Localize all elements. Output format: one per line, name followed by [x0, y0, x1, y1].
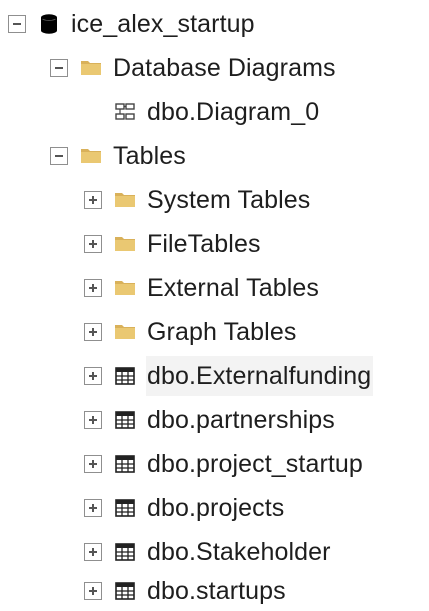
tree-node-label: Database Diagrams	[113, 54, 336, 82]
tree-node-label: dbo.startups	[147, 577, 286, 605]
expand-toggle[interactable]	[84, 411, 102, 429]
table-icon	[115, 411, 135, 429]
folder-icon	[115, 193, 135, 207]
database-icon	[41, 14, 57, 34]
expand-toggle[interactable]	[84, 582, 102, 600]
tree-node-label: dbo.project_startup	[147, 450, 363, 478]
tree-node-ice-alex-startup[interactable]: ice_alex_startup	[8, 4, 257, 44]
tree-node-diagram-0[interactable]: dbo.Diagram_0	[84, 92, 321, 132]
table-icon	[115, 582, 135, 600]
tree-node-label: Graph Tables	[147, 318, 297, 346]
expand-toggle[interactable]	[84, 323, 102, 341]
expand-toggle[interactable]	[84, 191, 102, 209]
expand-toggle[interactable]	[84, 543, 102, 561]
tree-node-dbo-project-startup[interactable]: dbo.project_startup	[84, 444, 365, 484]
table-icon	[115, 543, 135, 561]
tree-node-dbo-externalfunding[interactable]: dbo.Externalfunding	[84, 356, 374, 396]
tree-node-label: External Tables	[147, 274, 319, 302]
collapse-toggle[interactable]	[50, 59, 68, 77]
folder-icon	[115, 281, 135, 295]
folder-icon	[115, 325, 135, 339]
tree-node-label: dbo.partnerships	[147, 406, 335, 434]
folder-icon	[81, 149, 101, 163]
tree-node-label: ice_alex_startup	[71, 10, 255, 38]
tree-node-label: dbo.projects	[147, 494, 285, 522]
tree-node-graph-tables[interactable]: Graph Tables	[84, 312, 298, 352]
tree-node-system-tables[interactable]: System Tables	[84, 180, 312, 220]
expand-toggle[interactable]	[84, 279, 102, 297]
table-icon	[115, 367, 135, 385]
folder-icon	[115, 237, 135, 251]
tree-node-dbo-stakeholder[interactable]: dbo.Stakeholder	[84, 532, 333, 572]
tree-node-database-diagrams[interactable]: Database Diagrams	[50, 48, 338, 88]
object-explorer-tree: ice_alex_startup Database Diagrams dbo.D…	[0, 0, 429, 611]
tree-node-dbo-projects[interactable]: dbo.projects	[84, 488, 286, 528]
tree-node-label: dbo.Externalfunding	[146, 356, 374, 396]
expand-toggle[interactable]	[84, 499, 102, 517]
tree-node-label: dbo.Diagram_0	[147, 98, 320, 126]
tree-node-filetables[interactable]: FileTables	[84, 224, 263, 264]
expand-toggle[interactable]	[84, 367, 102, 385]
tree-node-dbo-startups[interactable]: dbo.startups	[84, 571, 288, 611]
tree-node-tables[interactable]: Tables	[50, 136, 188, 176]
collapse-toggle[interactable]	[8, 15, 26, 33]
tree-node-dbo-partnerships[interactable]: dbo.partnerships	[84, 400, 337, 440]
table-icon	[115, 455, 135, 473]
expand-toggle[interactable]	[84, 455, 102, 473]
expand-toggle[interactable]	[84, 235, 102, 253]
diagram-icon	[115, 103, 135, 120]
tree-node-external-tables[interactable]: External Tables	[84, 268, 321, 308]
tree-node-label: FileTables	[147, 230, 261, 258]
tree-node-label: dbo.Stakeholder	[147, 538, 331, 566]
tree-node-label: Tables	[113, 142, 186, 170]
table-icon	[115, 499, 135, 517]
folder-icon	[81, 61, 101, 75]
tree-node-label: System Tables	[147, 186, 311, 214]
collapse-toggle[interactable]	[50, 147, 68, 165]
